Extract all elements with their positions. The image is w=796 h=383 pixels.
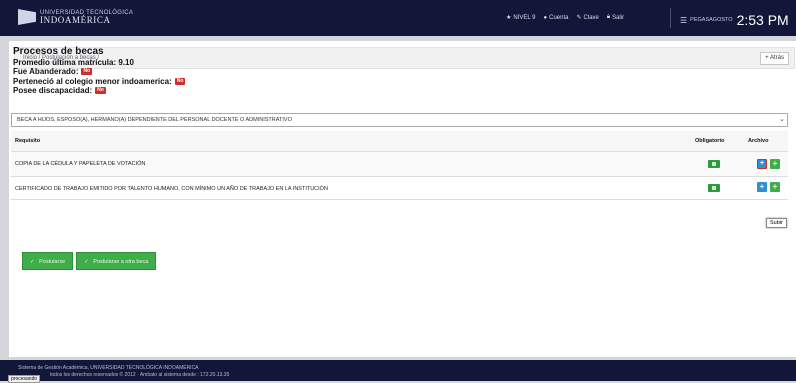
back-icon: + — [765, 55, 769, 61]
footer-line-2: todos los derechos reservados © 2012 · A… — [50, 372, 230, 378]
nav-password[interactable]: ✎ Clave — [576, 14, 599, 22]
top-nav-links: ★ NIVEL 9 ● Cuenta ✎ Clave 🔒︎ Salir — [506, 14, 632, 21]
nav-password-label: Clave — [583, 14, 599, 21]
requisito-text: COPIA DE LA CÉDULA Y PAPELETA DE VOTACIÓ… — [15, 161, 146, 167]
action-buttons: ✓ Postularse ✓ Postularse a otra beca — [22, 252, 159, 270]
nav-account[interactable]: ● Cuenta — [544, 14, 569, 21]
page-title: Procesos de becas — [13, 46, 104, 57]
discapacidad-badge: No — [95, 87, 106, 95]
clock-label: PEGASAGOSTO — [690, 17, 733, 23]
menu-icon[interactable]: ☰ — [680, 16, 687, 25]
wrench-icon: ✎ — [576, 15, 582, 21]
top-navbar: UNIVERSIDAD TECNOLÓGICA INDOAMÉRICA ★ NI… — [0, 0, 796, 36]
footer: Sistema de Gestión Académica, UNIVERSIDA… — [0, 360, 796, 381]
upload-button[interactable]: + — [757, 182, 767, 192]
beca-select-value: BECA A HIJOS, ESPOSO(A), HERMANO(A) DEPE… — [17, 117, 292, 123]
table-row: CERTIFICADO DE TRABAJO EMITIDO POR TALEN… — [11, 177, 788, 200]
apply-other-button[interactable]: ✓ Postularse a otra beca — [76, 252, 157, 270]
view-file-button[interactable]: + — [770, 182, 780, 192]
apply-button-label: Postularse — [39, 259, 66, 265]
nav-level-label: NIVEL 9 — [513, 14, 536, 21]
upload-tooltip: Subir — [766, 218, 787, 228]
nav-level[interactable]: ★ NIVEL 9 — [506, 14, 536, 22]
navbar-divider — [670, 8, 671, 28]
user-icon: ● — [543, 14, 548, 21]
discapacidad-row: Posee discapacidad: No — [13, 86, 185, 96]
header-obligatorio: Obligatorio — [695, 138, 725, 144]
beca-select[interactable]: BECA A HIJOS, ESPOSO(A), HERMANO(A) DEPE… — [11, 113, 788, 127]
lock-icon: 🔒︎ — [606, 14, 611, 20]
nav-logout-label: Salir — [612, 14, 625, 21]
apply-other-button-label: Postularse a otra beca — [93, 259, 149, 265]
obligatorio-check-icon — [708, 160, 720, 168]
check-icon: ✓ — [84, 259, 89, 265]
upload-icon: + — [758, 160, 766, 168]
university-logo[interactable]: UNIVERSIDAD TECNOLÓGICA INDOAMÉRICA — [18, 9, 133, 25]
colegio-row: Perteneció al colegio menor indoamerica:… — [13, 76, 186, 87]
abanderado-badge: No — [81, 68, 93, 76]
colegio-badge: No — [174, 77, 186, 85]
apply-button[interactable]: ✓ Postularse — [22, 252, 74, 270]
logo-emblem-icon — [18, 9, 36, 25]
abanderado-label: Fue Abanderado: — [13, 67, 79, 76]
check-icon: ✓ — [30, 259, 35, 265]
chevron-down-icon: ⌄ — [779, 116, 785, 123]
footer-line-1: Sistema de Gestión Académica, UNIVERSIDA… — [18, 365, 199, 371]
colegio-label: Perteneció al colegio menor indoamerica: — [13, 76, 172, 86]
view-file-button[interactable]: + — [770, 159, 780, 169]
back-button-label: Atrás — [769, 55, 784, 61]
header-requisito: Requisito — [15, 138, 41, 144]
table-row: COPIA DE LA CÉDULA Y PAPELETA DE VOTACIÓ… — [11, 152, 788, 177]
nav-account-label: Cuenta — [549, 14, 569, 21]
discapacidad-label: Posee discapacidad: — [13, 86, 93, 95]
requisito-text: CERTIFICADO DE TRABAJO EMITIDO POR TALEN… — [15, 186, 328, 192]
brand-title: INDOAMÉRICA — [40, 14, 111, 25]
requirements-table: Requisito Obligatorio Archivo COPIA DE L… — [11, 131, 788, 200]
promedio-text: Promedio última matrícula: 9.10 — [13, 57, 134, 67]
clock-widget: ☰ PEGASAGOSTO 2:53 PM — [680, 12, 789, 28]
header-archivo: Archivo — [748, 138, 769, 144]
status-toast: procesando — [8, 375, 41, 383]
scholarship-info: Procesos de becas Promedio última matríc… — [13, 46, 186, 96]
back-button[interactable]: + Atrás — [760, 52, 789, 65]
table-header: Requisito Obligatorio Archivo — [11, 131, 788, 152]
star-icon: ★ — [506, 15, 512, 21]
clock-time: 2:53 PM — [736, 12, 789, 28]
abanderado-row: Fue Abanderado: No — [13, 67, 185, 77]
upload-button[interactable]: + — [757, 159, 767, 169]
nav-logout[interactable]: 🔒︎ Salir — [607, 14, 624, 21]
obligatorio-check-icon — [708, 184, 720, 192]
